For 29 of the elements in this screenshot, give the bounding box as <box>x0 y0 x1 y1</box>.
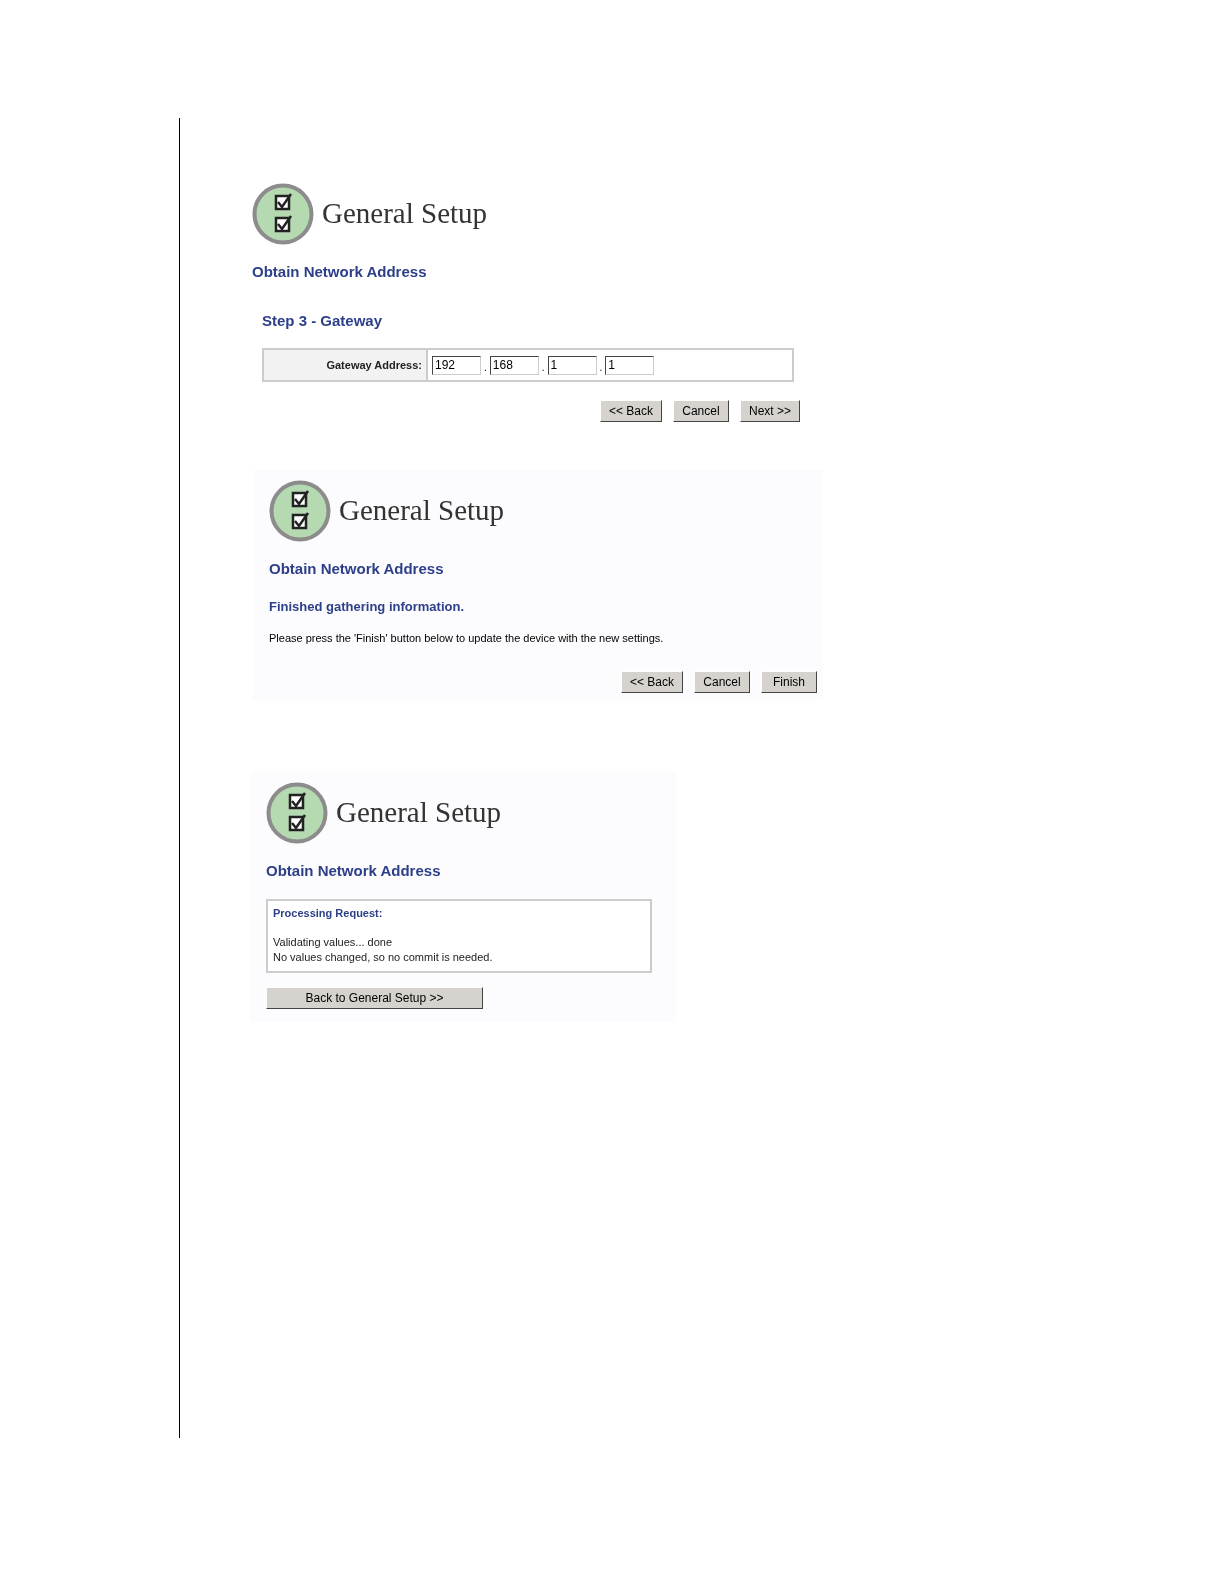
section-title: Obtain Network Address <box>269 559 445 579</box>
wizard-button[interactable]: Back to General Setup >> <box>266 986 483 1009</box>
ip-octet-field[interactable]: 192 <box>432 355 481 375</box>
instruction-text: Please press the 'Finish' button below to update the device with the new settings. <box>269 631 665 646</box>
ip-octet-field[interactable]: 1 <box>605 355 655 375</box>
page-title: General Setup <box>336 795 502 831</box>
dot-separator: . <box>540 360 546 375</box>
wizard-button[interactable]: Next >> <box>739 400 800 422</box>
section-title: Obtain Network Address <box>266 861 442 881</box>
page-title: General Setup <box>339 493 505 529</box>
field-label: Gateway Address: <box>326 357 422 373</box>
status-heading: Processing Request: <box>273 905 384 921</box>
wizard-button[interactable]: Cancel <box>694 670 750 693</box>
checklist-icon <box>266 782 328 844</box>
status-heading: Finished gathering information. <box>269 597 465 616</box>
wizard-button[interactable]: << Back <box>620 670 683 693</box>
wizard-button[interactable]: << Back <box>599 400 662 422</box>
status-line: Validating values... done <box>273 935 394 950</box>
status-line: No values changed, so no commit is needed. <box>273 950 494 965</box>
page-title: General Setup <box>322 196 488 232</box>
dot-separator: . <box>483 360 488 375</box>
dot-separator: . <box>598 360 604 375</box>
ip-octet-field[interactable]: 1 <box>547 355 597 375</box>
wizard-button[interactable]: Finish <box>761 670 817 693</box>
ip-octet-field[interactable]: 168 <box>489 355 539 375</box>
section-title: Obtain Network Address <box>252 262 428 282</box>
checklist-icon <box>269 480 331 542</box>
step-heading: Step 3 - Gateway <box>262 310 384 331</box>
wizard-button[interactable]: Cancel <box>672 400 729 422</box>
